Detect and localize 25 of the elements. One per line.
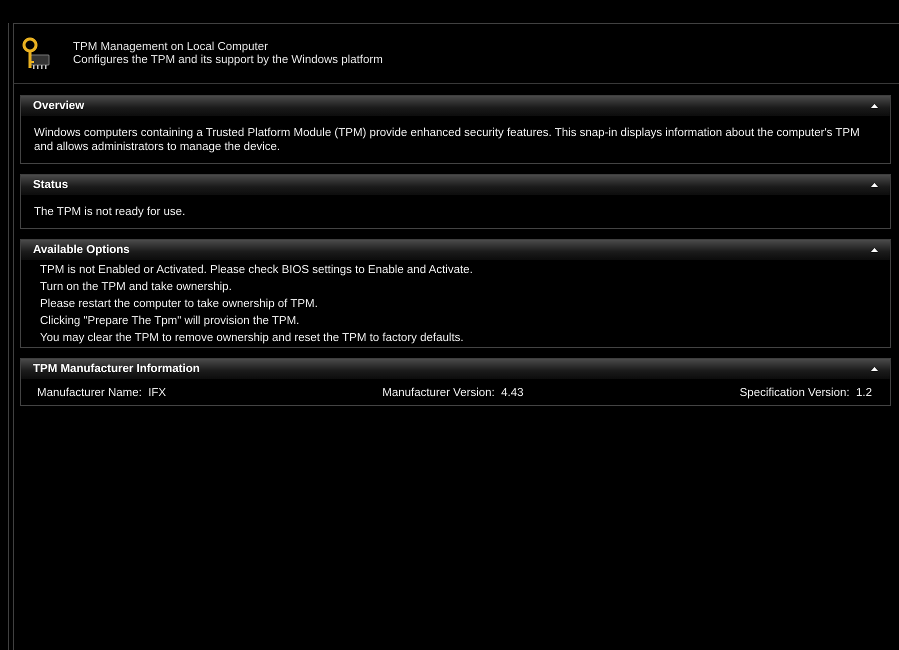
key-chip-icon xyxy=(21,36,51,70)
section-header[interactable]: Available Options xyxy=(21,240,890,260)
option-text: Please restart the computer to take ownership of TPM. xyxy=(40,298,319,310)
option-text: Turn on the TPM and take ownership. xyxy=(40,281,233,293)
collapse-arrow-icon[interactable] xyxy=(871,367,878,371)
section-text: Windows computers containing a Trusted Platform Module (TPM) provide enhanced security features. This snap-in displays information about the computer's TPM and allows administrators to manage the device. xyxy=(34,127,860,153)
section-title: Available Options xyxy=(33,244,130,256)
info-field: Specification Version: 1.2 xyxy=(740,387,872,399)
option-text: TPM is not Enabled or Activated. Please check BIOS settings to Enable and Activate. xyxy=(40,264,474,276)
section-text: The TPM is not ready for use. xyxy=(34,206,186,218)
section-header[interactable]: Overview xyxy=(21,96,890,116)
collapse-arrow-icon[interactable] xyxy=(871,183,878,187)
collapse-arrow-icon[interactable] xyxy=(871,104,878,108)
collapse-arrow-icon[interactable] xyxy=(871,248,878,252)
section-header[interactable]: Status xyxy=(21,175,890,195)
section-header[interactable]: TPM Manufacturer Information xyxy=(21,359,890,379)
header-subtitle: Configures the TPM and its support by the Windows platform xyxy=(73,54,383,66)
header-title: TPM Management on Local Computer xyxy=(73,40,269,54)
info-field: Manufacturer Version: 4.43 xyxy=(382,387,524,399)
option-text: Clicking "Prepare The Tpm" will provision the TPM. xyxy=(40,315,300,327)
section-title: Overview xyxy=(33,100,84,112)
section-title: TPM Manufacturer Information xyxy=(33,363,200,375)
info-field: Manufacturer Name: IFX xyxy=(37,387,166,399)
option-text: You may clear the TPM to remove ownership and reset the TPM to factory defaults. xyxy=(40,332,465,344)
section-title: Status xyxy=(33,179,68,191)
